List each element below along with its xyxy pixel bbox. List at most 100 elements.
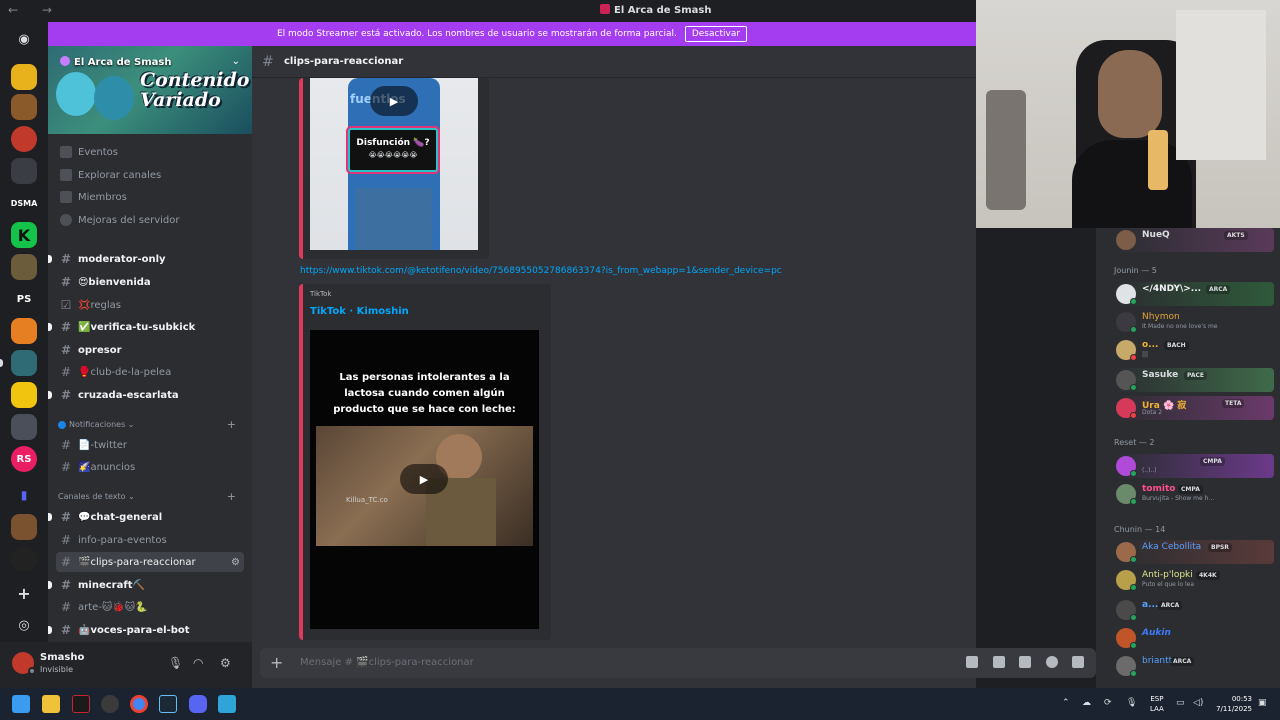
discord-home-icon[interactable]: ◉	[11, 26, 37, 52]
channel-moderator-only[interactable]: # moderator-only	[48, 249, 244, 269]
server-icon-kick[interactable]: K	[11, 222, 37, 248]
folder-icon[interactable]: ▮	[11, 482, 37, 508]
server-header[interactable]: El Arca de Smash ⌄ Contenido Variado	[48, 46, 252, 134]
channel-twitter[interactable]: # 📄-twitter	[56, 435, 244, 455]
network-icon[interactable]: ▭	[1176, 698, 1185, 708]
file-explorer-icon[interactable]	[42, 695, 60, 713]
language-indicator[interactable]: ESP LAA	[1150, 694, 1164, 714]
member-item[interactable]: CMPA (..)..)	[1114, 454, 1274, 478]
server-icon-2[interactable]	[11, 94, 37, 120]
hash-icon: #	[60, 510, 72, 524]
server-icon-7[interactable]	[11, 514, 37, 540]
microphone-tray-icon[interactable]: 🎙	[1126, 698, 1137, 708]
channel-clips-para-reaccionar[interactable]: # 🎬clips-para-reaccionar ⚙	[56, 552, 244, 572]
video-thumbnail-1[interactable]: fuentlos ▶ Disfunción 🍆? 😭😭😭😭😭😭	[310, 78, 478, 250]
channel-cruzada-escarlata[interactable]: # cruzada-escarlata	[48, 385, 244, 405]
notepad-icon[interactable]	[218, 695, 236, 713]
server-icon-5[interactable]	[11, 382, 37, 408]
gif-icon[interactable]	[993, 656, 1005, 668]
server-icon-games[interactable]	[11, 158, 37, 184]
server-icon-4[interactable]	[11, 318, 37, 344]
server-banner-logo: Contenido Variado	[140, 69, 250, 111]
clock[interactable]: 00:53 7/11/2025	[1212, 694, 1252, 714]
add-attachment-icon[interactable]: +	[270, 653, 283, 672]
headphones-icon[interactable]: ◠	[193, 656, 203, 670]
channel-verifica-tu-subkick[interactable]: # ✅verifica-tu-subkick	[48, 317, 244, 337]
add-channel-icon[interactable]: +	[227, 418, 236, 431]
tiktok-link[interactable]: https://www.tiktok.com/@ketotifeno/video…	[300, 266, 782, 276]
member-item[interactable]: Anti-p'lopki 4K4K Puto el que lo lea	[1114, 568, 1274, 592]
channel-reglas[interactable]: ☑ 💢reglas	[56, 295, 244, 315]
gear-icon[interactable]: ⚙	[220, 656, 231, 670]
server-icon-pokeball[interactable]	[11, 126, 37, 152]
cloud-icon[interactable]: ☁	[1082, 698, 1091, 708]
member-item[interactable]: tomito CMPA Burvujita - Show me h...	[1114, 482, 1274, 506]
discord-icon[interactable]	[189, 695, 207, 713]
member-item[interactable]: Aka Cebollita BPSR	[1114, 540, 1274, 564]
server-icon-6[interactable]	[11, 414, 37, 440]
member-item[interactable]: a... ARCA	[1114, 598, 1274, 622]
channel-chat-general[interactable]: # 💬chat-general	[48, 507, 244, 527]
category-icon	[58, 420, 66, 429]
member-item[interactable]: o... BACH |||	[1114, 338, 1274, 362]
discover-icon[interactable]: ◎	[11, 612, 37, 638]
channel-info-para-eventos[interactable]: # info-para-eventos	[56, 530, 244, 550]
chrome-icon[interactable]	[130, 695, 148, 713]
server-icon-ps[interactable]: PS	[11, 286, 37, 312]
member-item[interactable]: Nhymon It Made no one love's me	[1114, 310, 1274, 334]
channel-opresor[interactable]: # opresor	[56, 340, 244, 360]
server-icon-rs[interactable]: RS	[11, 446, 37, 472]
server-icon-dsma[interactable]: DSMA	[11, 190, 38, 216]
member-item[interactable]: Ura 🌸 寂 TETA Dota 2	[1114, 396, 1274, 420]
video-thumbnail-2[interactable]: Las personas intolerantes a la lactosa c…	[310, 330, 539, 629]
nav-arrows[interactable]: ← →	[8, 3, 62, 17]
add-channel-icon[interactable]: +	[227, 490, 236, 503]
category-canales-de-texto[interactable]: Canales de texto ⌄ +	[58, 490, 242, 503]
apps-icon[interactable]	[1072, 656, 1084, 668]
windows-start-icon[interactable]	[12, 695, 30, 713]
username[interactable]: Smasho	[40, 652, 84, 663]
members-link[interactable]: Miembros	[60, 191, 127, 203]
app-icon-obs[interactable]	[101, 695, 119, 713]
microphone-icon[interactable]: 🎙	[168, 656, 183, 670]
member-item[interactable]: Sasuke PACE	[1114, 368, 1274, 392]
server-icon-3[interactable]	[11, 254, 37, 280]
add-server-icon[interactable]: +	[11, 580, 37, 606]
play-button-icon[interactable]: ▶	[400, 464, 448, 494]
explore-channels-link[interactable]: Explorar canales	[60, 169, 161, 181]
sticker-icon[interactable]	[1019, 656, 1031, 668]
channel-voces-para-el-bot[interactable]: # 🤖voces-para-el-bot	[48, 620, 244, 640]
channel-minecraft[interactable]: # minecraft⛏️	[48, 575, 244, 595]
channel-arte[interactable]: # arte-🐱🐞🐱🐍	[56, 597, 244, 617]
channel-club-de-la-pelea[interactable]: # 🥊club-de-la-pelea	[56, 362, 244, 382]
volume-icon[interactable]: ◁)	[1193, 698, 1203, 708]
channel-bienvenida[interactable]: # 😍bienvenida	[56, 272, 244, 292]
notification-icon[interactable]: ▣	[1258, 698, 1267, 708]
member-item[interactable]: briantt ARCA	[1114, 654, 1274, 678]
chevron-up-icon[interactable]: ⌃	[1062, 698, 1070, 708]
hash-icon: #	[60, 438, 72, 452]
channel-anuncios[interactable]: # 🌠anuncios	[56, 457, 244, 477]
server-icon-smash[interactable]	[11, 546, 37, 572]
embed-title[interactable]: TikTok · Kimoshin	[310, 306, 409, 317]
server-boost-link[interactable]: Mejoras del servidor	[60, 214, 180, 226]
app-icon-k[interactable]	[72, 695, 90, 713]
member-item[interactable]: </4NDY\>... ARCA	[1114, 282, 1274, 306]
server-icon-bingo[interactable]	[11, 64, 37, 90]
member-item[interactable]: Aukin	[1114, 626, 1274, 650]
steam-icon[interactable]	[159, 695, 177, 713]
gift-icon[interactable]	[966, 656, 978, 668]
category-notificaciones[interactable]: Notificaciones ⌄ +	[58, 418, 242, 431]
sync-icon[interactable]: ⟳	[1104, 698, 1112, 708]
member-item[interactable]: NueQ AKTS	[1114, 228, 1274, 252]
window-title: El Arca de Smash	[600, 4, 711, 16]
channel-settings-icon[interactable]: ⚙	[231, 557, 240, 568]
events-link[interactable]: Eventos	[60, 146, 118, 158]
emoji-icon[interactable]	[1046, 656, 1058, 668]
server-icon-arca[interactable]	[11, 350, 37, 376]
message-composer[interactable]: + Mensaje # 🎬clips-para-reaccionar	[260, 648, 1096, 678]
chevron-down-icon[interactable]: ⌄	[232, 56, 240, 67]
deactivate-button[interactable]: Desactivar	[684, 26, 748, 42]
chat-header: # clips-para-reaccionar	[252, 46, 976, 78]
play-button-icon[interactable]: ▶	[370, 86, 418, 116]
